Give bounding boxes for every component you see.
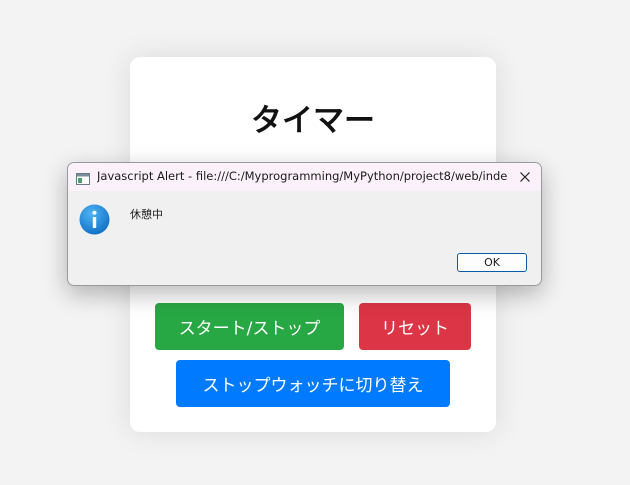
ok-button[interactable]: OK <box>457 253 527 272</box>
dialog-titlebar[interactable]: Javascript Alert - file:///C:/Myprogramm… <box>68 163 541 191</box>
info-icon <box>79 204 110 235</box>
dialog-message: 休憩中 <box>130 208 163 221</box>
switch-to-stopwatch-button[interactable]: ストップウォッチに切り替え <box>176 360 450 407</box>
javascript-alert-dialog: Javascript Alert - file:///C:/Myprogramm… <box>67 162 542 286</box>
timer-title: タイマー <box>251 103 375 139</box>
app-page: タイマー スタート/ストップ リセット ストップウォッチに切り替え Javasc… <box>0 0 630 485</box>
close-icon[interactable] <box>514 166 536 188</box>
dialog-title: Javascript Alert - file:///C:/Myprogramm… <box>97 169 507 183</box>
start-stop-button[interactable]: スタート/ストップ <box>155 303 344 350</box>
browser-window-icon <box>76 170 90 185</box>
reset-button[interactable]: リセット <box>359 303 471 350</box>
